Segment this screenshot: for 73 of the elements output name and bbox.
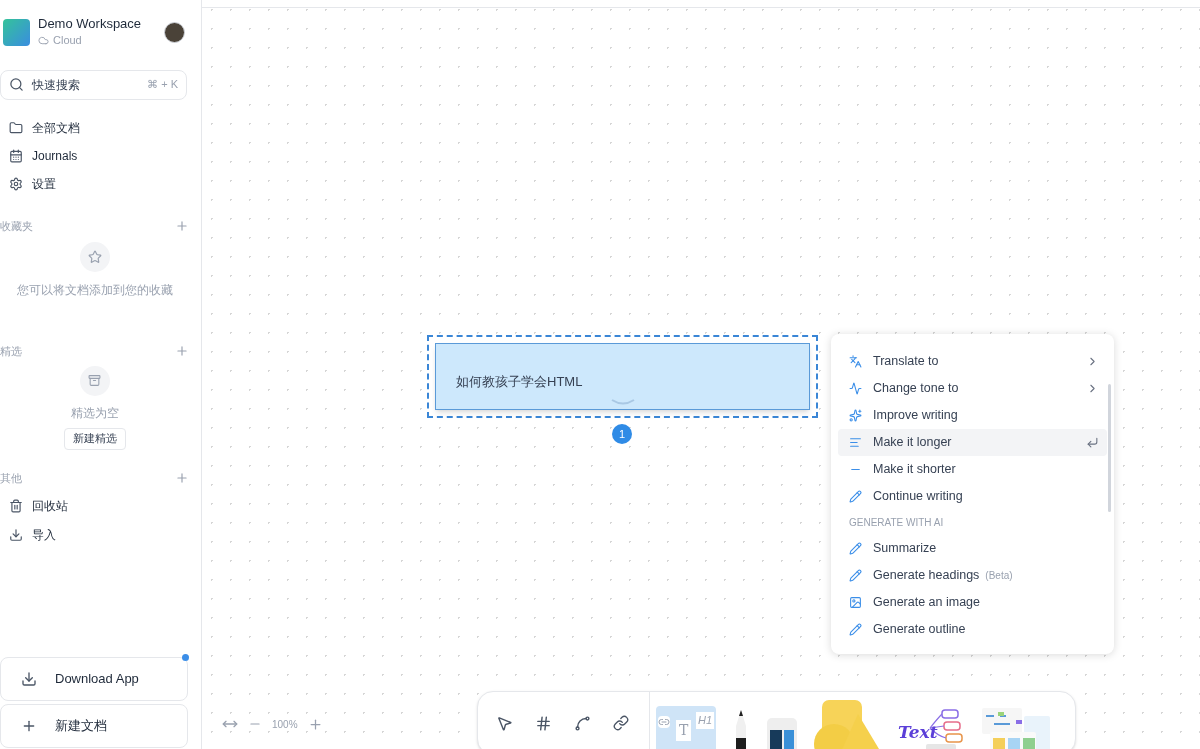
nav-item[interactable]: 设置 xyxy=(0,169,189,198)
eraser-icon[interactable] xyxy=(766,716,798,749)
cloud-icon xyxy=(38,34,49,46)
menu-section-title: GENERATE WITH AI xyxy=(848,516,945,530)
new-doc-button[interactable]: 新建文档 xyxy=(0,704,188,748)
connector-icon[interactable] xyxy=(574,714,591,732)
mindmap-tool[interactable]: Text xyxy=(898,706,966,749)
section-title: 收藏夹 xyxy=(0,218,33,234)
add-button[interactable] xyxy=(175,344,189,359)
plus-icon xyxy=(21,718,37,734)
menu-item[interactable]: Continue writing xyxy=(838,483,1107,510)
avatar[interactable] xyxy=(164,21,185,43)
beta-tag: (Beta) xyxy=(985,568,1013,583)
zoom-in-icon[interactable] xyxy=(307,716,323,732)
pulse-icon xyxy=(849,382,862,395)
pencil-icon xyxy=(849,623,862,636)
nav-item[interactable]: 导入 xyxy=(0,520,201,549)
pencil-icon xyxy=(849,490,862,503)
mindmap-label: Text xyxy=(898,721,938,744)
nav-item[interactable]: 全部文档 xyxy=(0,113,189,142)
link-icon[interactable] xyxy=(613,715,629,731)
menu-item[interactable]: Generate an image xyxy=(838,589,1107,616)
menu-item[interactable]: Translate to xyxy=(838,348,1107,375)
menu-item[interactable]: Generate outline xyxy=(838,616,1107,643)
menu-item[interactable]: Improve writing xyxy=(838,402,1107,429)
archive-icon xyxy=(88,374,101,387)
menu-item[interactable]: Make it longer xyxy=(838,429,1107,456)
download-icon xyxy=(21,671,37,687)
block-text: 如何教孩子学会HTML xyxy=(456,372,583,391)
lines-icon xyxy=(849,436,862,449)
menu-item[interactable]: Generate headings (Beta) xyxy=(838,562,1107,589)
folder-icon xyxy=(9,120,23,135)
trash-icon xyxy=(9,498,23,513)
text-tool-label: T xyxy=(676,720,692,741)
empty-text: 您可以将文档添加到您的收藏 xyxy=(16,282,173,299)
nav-item[interactable]: 回收站 xyxy=(0,491,201,520)
zoom-level: 100% xyxy=(272,717,298,732)
enter-key-icon xyxy=(1086,436,1099,449)
search-placeholder: 快速搜索 xyxy=(32,76,81,94)
pencil-icon xyxy=(849,569,862,582)
empty-text: 精选为空 xyxy=(70,404,119,422)
menu-item[interactable]: Make it shorter xyxy=(838,456,1107,483)
section-title: 精选 xyxy=(0,344,22,359)
index-badge[interactable]: 1 xyxy=(612,424,632,444)
search-icon xyxy=(9,77,24,92)
download-icon xyxy=(9,527,23,542)
workspace-logo xyxy=(3,18,30,46)
heading-tool-label: H1 xyxy=(696,712,715,729)
frame-icon[interactable] xyxy=(535,714,552,732)
storage-label: Cloud xyxy=(53,33,82,48)
nav-item[interactable]: Journals xyxy=(0,141,189,170)
shortcut-hint: ⌘ + K xyxy=(147,77,178,93)
menu-item[interactable]: Change tone to xyxy=(838,375,1107,402)
link-icon xyxy=(658,716,670,728)
settings-icon xyxy=(9,176,23,191)
pencil-icon xyxy=(849,542,862,555)
translate-icon xyxy=(849,355,862,368)
section-title: 其他 xyxy=(0,470,22,486)
add-button[interactable] xyxy=(175,470,189,485)
calendar-icon xyxy=(9,148,23,163)
template-icon[interactable] xyxy=(980,706,1052,749)
image-icon xyxy=(849,596,862,609)
menu-item[interactable]: Summarize xyxy=(838,535,1107,562)
search-field[interactable]: 快速搜索 ⌘ + K xyxy=(0,69,187,100)
expand-handle-icon xyxy=(610,399,636,405)
add-button[interactable] xyxy=(175,218,189,233)
pointer-icon[interactable] xyxy=(496,714,513,732)
sparkle-icon xyxy=(849,409,862,422)
workspace-name[interactable]: Demo Workspace xyxy=(38,16,156,32)
new-collection-button[interactable]: 新建精选 xyxy=(63,427,126,450)
star-icon xyxy=(87,250,102,264)
text-block[interactable]: 如何教孩子学会HTML xyxy=(435,343,810,410)
download-app-button[interactable]: Download App xyxy=(0,657,188,701)
